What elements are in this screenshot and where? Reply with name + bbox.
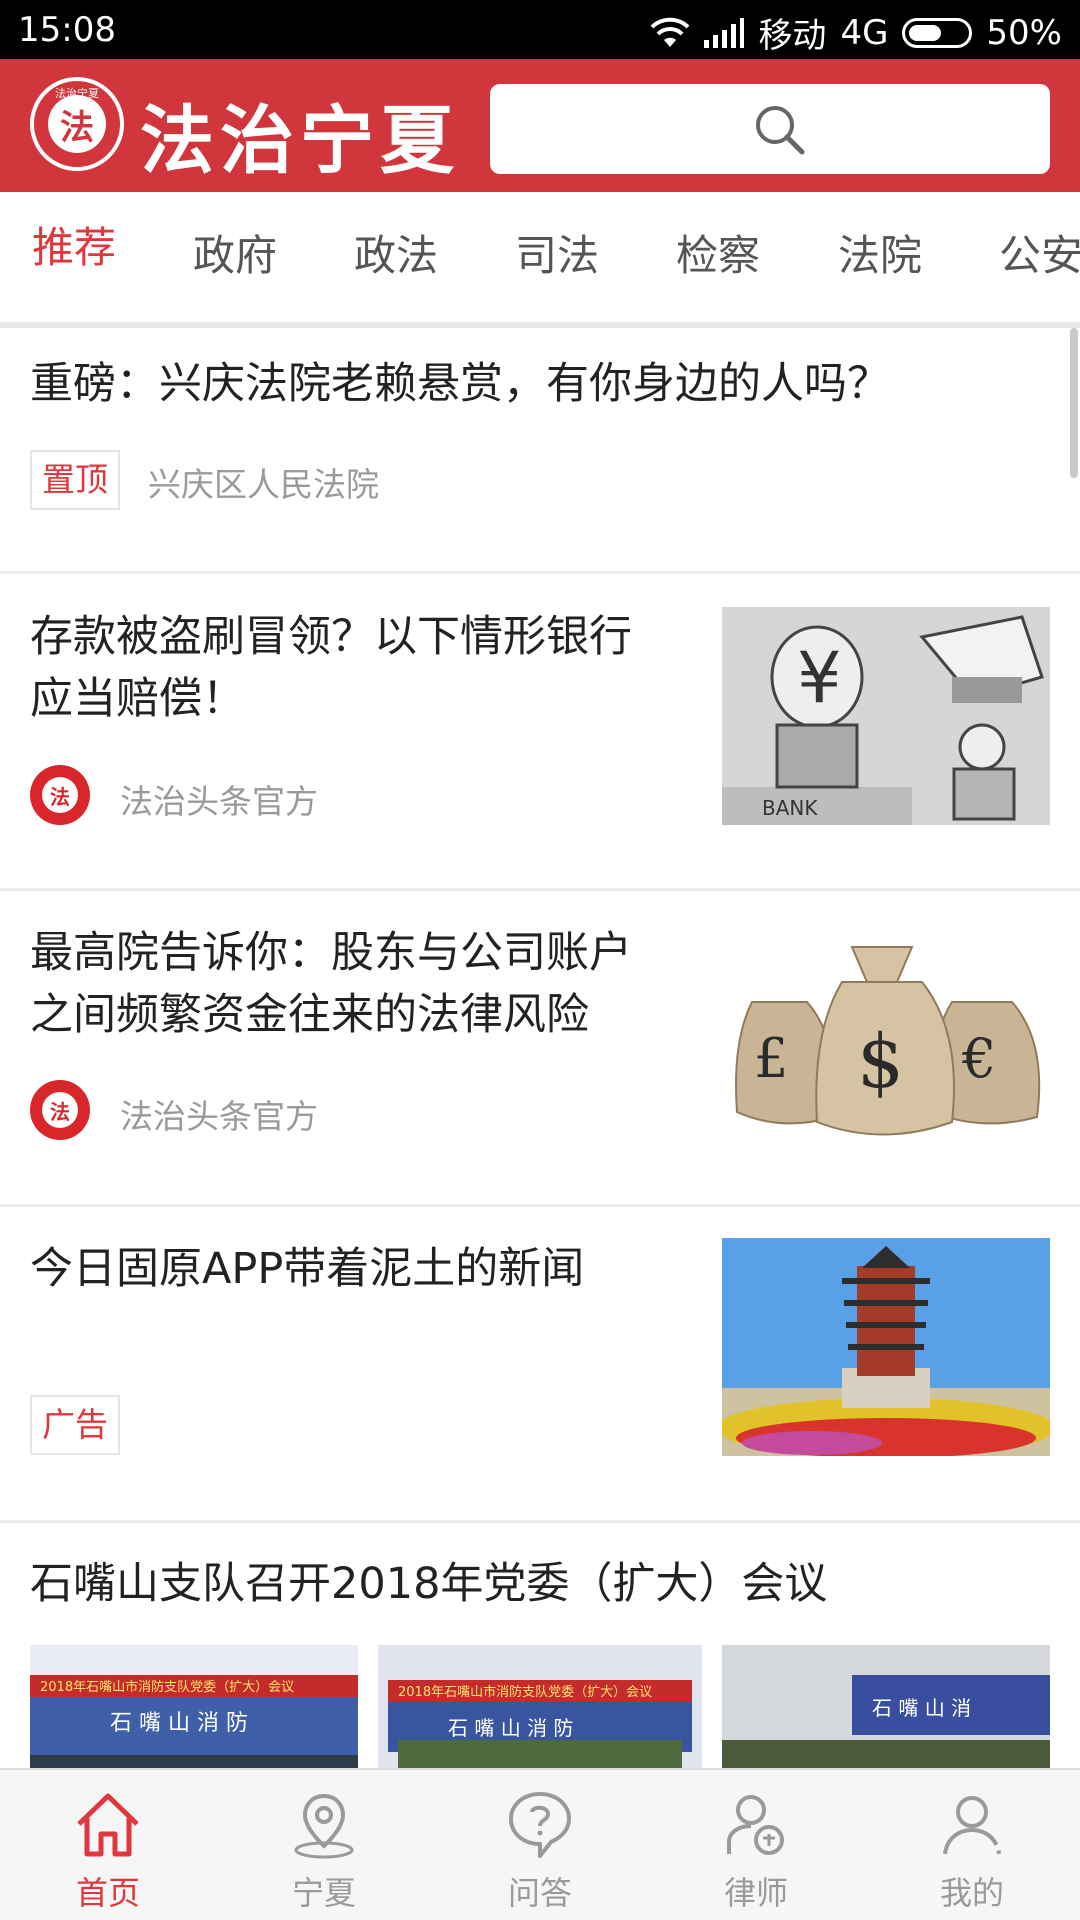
category-tabs: 推荐 政府 政法 司法 检察 法院 公安: [0, 192, 1080, 322]
status-indicators: 移动 4G 50%: [650, 8, 1062, 57]
avatar-char: 法: [42, 777, 78, 813]
banner-text: 2018年石嘴山市消防支队党委（扩大）会议: [398, 1684, 652, 1700]
nav-qa[interactable]: 问答: [432, 1770, 648, 1920]
item-divider: [0, 1520, 1080, 1523]
nav-label: 我的: [939, 1874, 1004, 1912]
tab-government[interactable]: 政府: [193, 222, 277, 283]
item-divider: [0, 571, 1080, 574]
status-carrier: 移动: [758, 16, 827, 56]
pound-symbol: £: [754, 1027, 788, 1090]
nav-label: 首页: [75, 1874, 140, 1912]
nav-label: 律师: [723, 1874, 788, 1912]
news-thumbnail[interactable]: [722, 1238, 1050, 1456]
news-thumbnail[interactable]: 石 嘴 山 消: [722, 1645, 1050, 1768]
euro-symbol: €: [961, 1027, 996, 1090]
news-thumbnail[interactable]: £ $ €: [722, 922, 1050, 1140]
nav-mine[interactable]: 我的: [864, 1770, 1080, 1920]
app-brand-title: 法治宁夏: [140, 98, 460, 184]
tab-public-security[interactable]: 公安: [999, 222, 1080, 283]
nav-lawyer[interactable]: 律师: [648, 1770, 864, 1920]
location-pin-icon: [294, 1793, 354, 1859]
cartoon-bank-illustration: BANK ¥: [722, 607, 1050, 825]
search-icon[interactable]: [752, 102, 806, 156]
lawyer-icon: [727, 1795, 784, 1855]
ad-tag: 广告: [30, 1395, 120, 1455]
news-feed[interactable]: 重磅：兴庆法院老赖悬赏，有你身边的人吗？ 置顶 兴庆区人民法院 存款被盗刷冒领？…: [0, 328, 1080, 1768]
emblem-char: 法: [48, 95, 106, 153]
news-title-line: 之间频繁资金往来的法律风险: [30, 990, 589, 1040]
item-divider: [0, 1204, 1080, 1207]
tab-judicial[interactable]: 司法: [515, 222, 599, 283]
news-thumbnail[interactable]: 2018年石嘴山市消防支队党委（扩大）会议 石 嘴 山 消 防: [378, 1645, 702, 1768]
news-title-line: 应当赔偿！: [30, 674, 245, 724]
tab-court[interactable]: 法院: [838, 222, 922, 283]
news-title[interactable]: 重磅：兴庆法院老赖悬赏，有你身边的人吗？: [30, 353, 1030, 415]
banner-text: 2018年石嘴山市消防支队党委（扩大）会议: [40, 1679, 294, 1695]
home-icon: [77, 1793, 139, 1857]
tab-recommended[interactable]: 推荐: [32, 214, 116, 275]
news-title[interactable]: 今日固原APP带着泥土的新闻: [30, 1238, 700, 1300]
news-title[interactable]: 存款被盗刷冒领？以下情形银行 应当赔偿！: [30, 606, 700, 730]
battery-icon: [902, 17, 973, 48]
news-thumbnail[interactable]: 2018年石嘴山市消防支队党委（扩大）会议 石 嘴 山 消 防: [30, 1645, 358, 1768]
yen-symbol: ¥: [797, 637, 842, 719]
emblem-ring-text: 法治宁夏: [55, 87, 99, 100]
source-avatar-icon: 法: [30, 765, 90, 825]
news-title[interactable]: 最高院告诉你：股东与公司账户 之间频繁资金往来的法律风险: [30, 922, 700, 1046]
wifi-icon: [651, 17, 690, 47]
avatar-char: 法: [42, 1092, 78, 1128]
wall-text: 石 嘴 山 消: [872, 1696, 971, 1720]
tab-politics-law[interactable]: 政法: [354, 222, 438, 283]
logo-emblem-icon: 法治宁夏 法: [30, 77, 124, 171]
wall-text: 石 嘴 山 消 防: [448, 1716, 573, 1740]
wall-text: 石 嘴 山 消 防: [110, 1711, 248, 1736]
search-box[interactable]: [490, 84, 1050, 174]
dollar-symbol: $: [857, 1019, 904, 1105]
news-source: 法治头条官方: [120, 1097, 318, 1136]
news-source: 兴庆区人民法院: [148, 465, 379, 504]
pinned-tag: 置顶: [30, 450, 120, 510]
meeting-photo-3: 石 嘴 山 消: [722, 1645, 1050, 1768]
nav-home[interactable]: 首页: [0, 1770, 216, 1920]
status-time: 15:08: [18, 10, 116, 50]
news-source: 法治头条官方: [120, 782, 318, 821]
app-header: 法治宁夏 法 法治宁夏: [0, 59, 1080, 192]
nav-label: 问答: [507, 1874, 572, 1912]
meeting-photo-2: 2018年石嘴山市消防支队党委（扩大）会议 石 嘴 山 消 防: [378, 1645, 702, 1768]
news-title-line: 存款被盗刷冒领？以下情形银行: [30, 612, 632, 662]
news-title[interactable]: 石嘴山支队召开2018年党委（扩大）会议: [30, 1553, 1060, 1615]
status-battery: 50%: [986, 12, 1062, 53]
nav-label: 宁夏: [291, 1874, 356, 1912]
source-avatar-icon: 法: [30, 1080, 90, 1140]
news-title-line: 最高院告诉你：股东与公司账户: [30, 928, 632, 978]
tab-procuratorate[interactable]: 检察: [676, 222, 760, 283]
nav-ningxia[interactable]: 宁夏: [216, 1770, 432, 1920]
bank-label: BANK: [762, 796, 818, 820]
meeting-photo-1: 2018年石嘴山市消防支队党委（扩大）会议 石 嘴 山 消 防: [30, 1645, 358, 1768]
money-bags-photo: £ $ €: [722, 922, 1050, 1140]
status-bar: 15:08 移动 4G 50%: [0, 0, 1080, 59]
feed-scrollbar[interactable]: [1070, 328, 1078, 478]
status-network: 4G: [840, 12, 889, 53]
news-thumbnail[interactable]: BANK ¥: [722, 607, 1050, 825]
pagoda-garden-photo: [722, 1238, 1050, 1456]
question-bubble-icon: [509, 1792, 571, 1858]
bottom-nav: 首页 宁夏 问答 律师 我的: [0, 1768, 1080, 1920]
user-icon: [943, 1796, 1001, 1855]
signal-icon: [704, 17, 745, 48]
item-divider: [0, 888, 1080, 891]
